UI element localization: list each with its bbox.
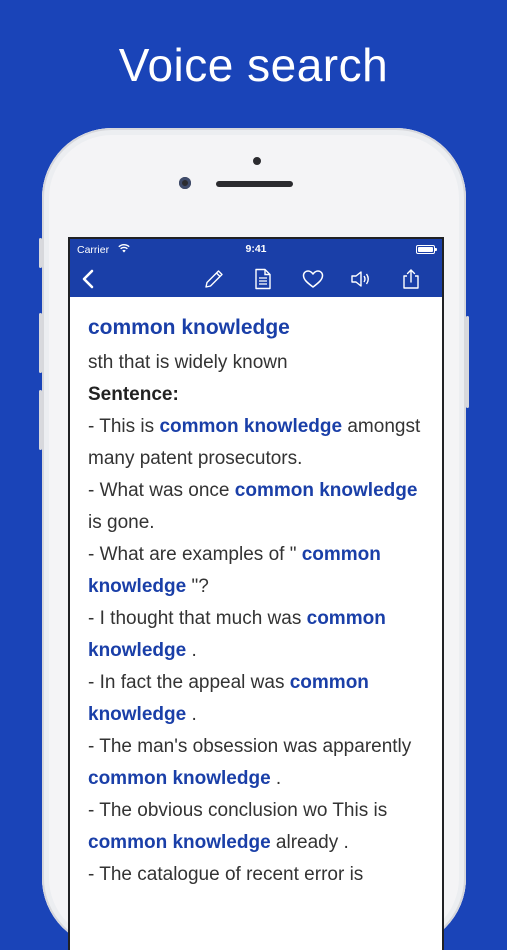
example-highlight: common knowledge — [88, 768, 271, 789]
toolbar — [70, 261, 442, 297]
entry-content: common knowledge sth that is widely know… — [70, 297, 442, 891]
example-sentence: - The catalogue of recent error is — [88, 859, 424, 891]
example-text: . — [270, 768, 282, 789]
example-sentence: - The obvious conclusion wo This is comm… — [88, 795, 424, 859]
phone-silent-switch — [39, 238, 42, 268]
example-text: - What was once — [88, 480, 235, 501]
share-button[interactable] — [393, 261, 429, 297]
speaker-icon — [351, 271, 369, 287]
example-text: - I thought that much was — [88, 608, 307, 629]
promo-headline: Voice search — [118, 39, 389, 91]
example-sentence: - The man's obsession was apparently com… — [88, 731, 424, 795]
example-text: - This is — [88, 416, 160, 437]
example-sentence: - In fact the appeal was common knowledg… — [88, 667, 424, 731]
example-sentence: - What was once common knowledge is gone… — [88, 475, 424, 539]
battery-icon — [416, 245, 437, 254]
share-icon — [403, 269, 419, 289]
example-text: already . — [270, 832, 349, 853]
edit-button[interactable] — [196, 261, 232, 297]
heart-icon — [302, 270, 324, 288]
example-text: . — [186, 640, 197, 661]
example-highlight: common knowledge — [234, 480, 418, 501]
example-text: - The obvious conclusion wo This is — [88, 800, 388, 821]
example-highlight: common knowledge — [159, 416, 343, 437]
entry-definition: sth that is widely known — [88, 352, 288, 373]
example-text: - In fact the appeal was — [88, 672, 290, 693]
example-sentence: - What are examples of " common knowledg… — [88, 539, 424, 603]
example-text: - The catalogue of recent error is — [88, 864, 364, 885]
example-text: - What are examples of " — [88, 544, 302, 565]
phone-power-button — [466, 316, 469, 408]
earpiece-speaker — [216, 181, 293, 187]
phone-volume-up — [39, 313, 42, 373]
pronounce-button[interactable] — [343, 261, 379, 297]
favorite-button[interactable] — [295, 261, 331, 297]
example-sentence: - This is common knowledge amongst many … — [88, 411, 424, 475]
status-time: 9:41 — [245, 243, 267, 255]
example-highlight: common knowledge — [88, 832, 271, 853]
note-button[interactable] — [245, 261, 281, 297]
back-button[interactable] — [71, 261, 107, 297]
example-text: - The man's obsession was apparently — [88, 736, 412, 757]
phone-frame: Carrier 9:41 common knowledge sth that i… — [39, 128, 469, 950]
back-icon — [82, 269, 94, 289]
example-text: . — [186, 704, 197, 725]
sentence-label: Sentence: — [88, 384, 179, 405]
phone-volume-down — [39, 390, 42, 450]
example-list: - This is common knowledge amongst many … — [88, 411, 424, 891]
example-text: "? — [186, 576, 209, 597]
example-sentence: - I thought that much was common knowled… — [88, 603, 424, 667]
front-camera — [179, 177, 191, 189]
status-bar: Carrier 9:41 — [70, 239, 442, 261]
entry-term: common knowledge — [88, 316, 290, 339]
phone-screen: Carrier 9:41 common knowledge sth that i… — [68, 237, 444, 950]
edit-icon — [205, 270, 223, 288]
front-sensor — [253, 157, 261, 165]
example-text: is gone. — [88, 512, 155, 533]
document-icon — [255, 268, 271, 290]
